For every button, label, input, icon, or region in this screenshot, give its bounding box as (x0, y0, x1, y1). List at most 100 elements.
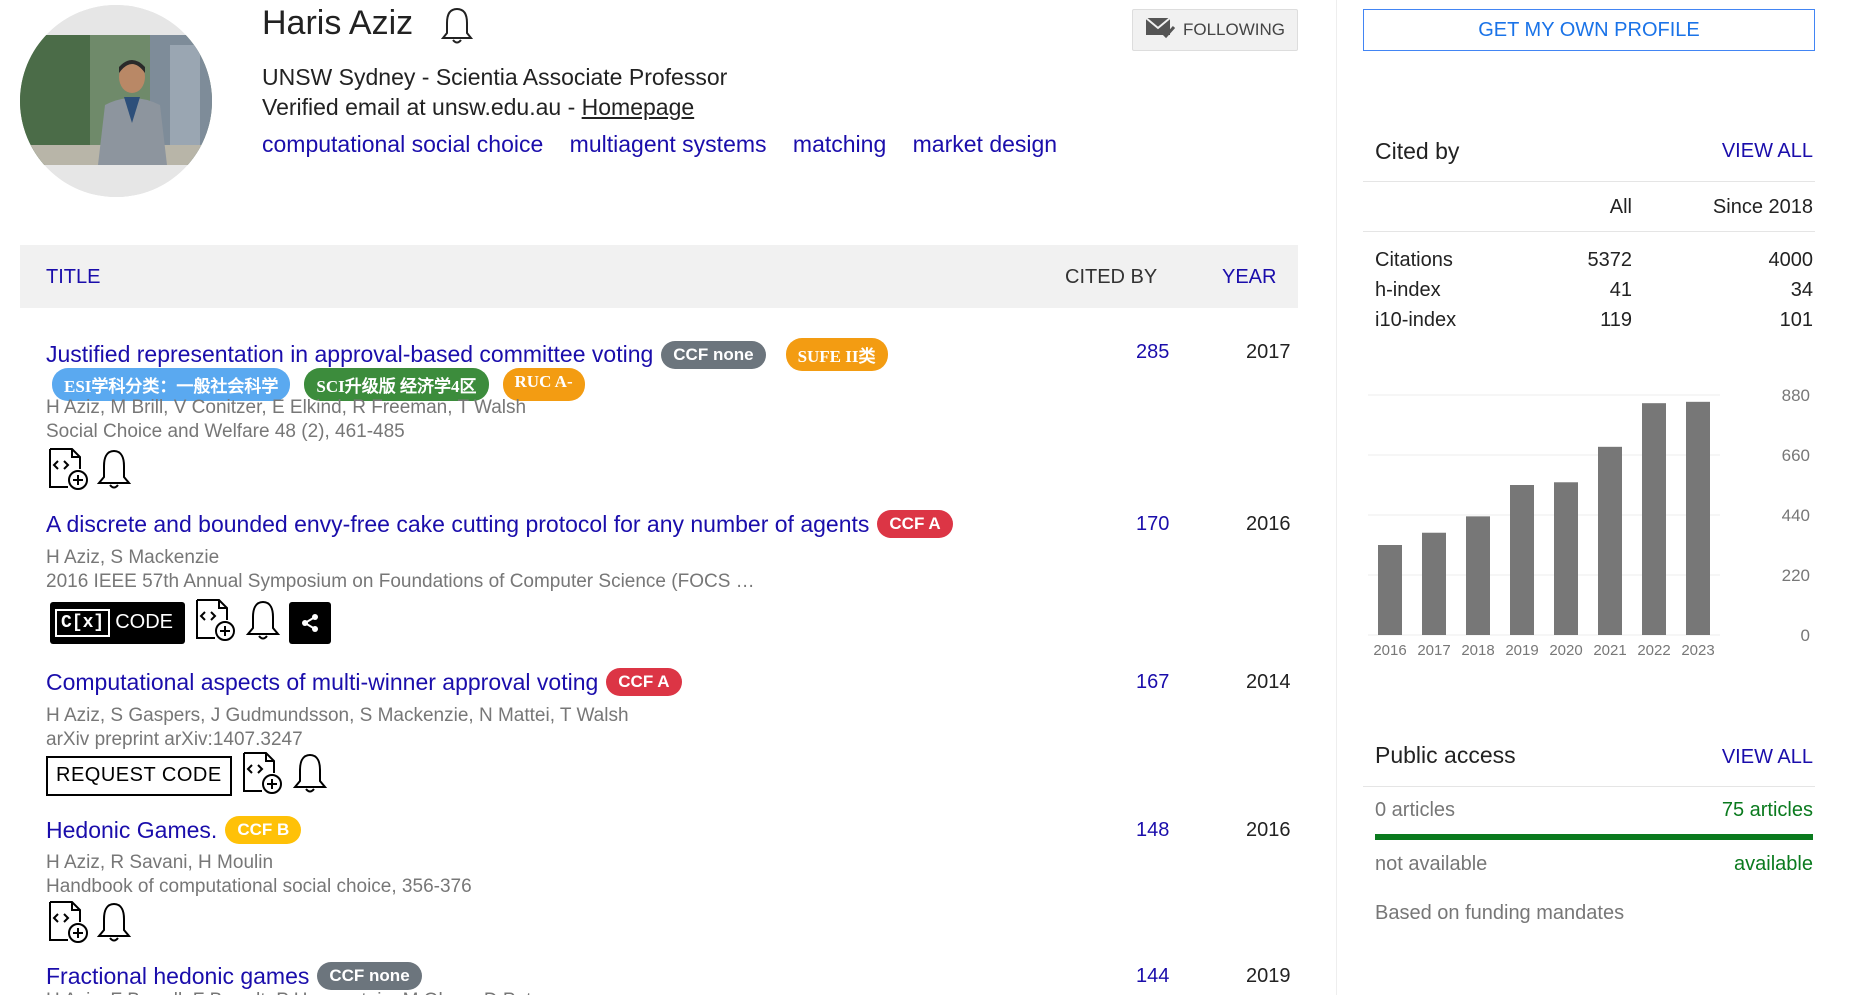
public-access-view-all[interactable]: VIEW ALL (1720, 746, 1813, 769)
paper-title[interactable]: Justified representation in approval-bas… (46, 341, 653, 368)
cited-by-count[interactable]: 285 (1136, 341, 1169, 364)
ccf-badge: CCF none (317, 962, 422, 990)
verified-email: Verified email at unsw.edu.au - Homepage (262, 94, 694, 121)
interest-link[interactable]: matching (793, 131, 886, 157)
request-code-button[interactable]: REQUEST CODE (46, 755, 232, 796)
not-available-count: 0 articles (1375, 799, 1456, 821)
ccf-badge: CCF B (225, 816, 302, 844)
cited-by-count[interactable]: 148 (1136, 819, 1169, 842)
paper-title[interactable]: Hedonic Games. (46, 817, 217, 844)
paper-venue: Handbook of computational social choice,… (46, 876, 472, 897)
ccf-badge: CCF A (877, 510, 953, 538)
stat-label: h-index (1375, 279, 1441, 301)
x-tick-label: 2021 (1593, 642, 1626, 659)
paper-year: 2016 (1246, 819, 1291, 841)
paper-authors: H Aziz, R Savani, H Moulin (46, 852, 274, 873)
following-label: FOLLOWING (1182, 20, 1285, 39)
add-code-icon[interactable] (46, 900, 90, 949)
chart-bar (1554, 482, 1578, 635)
not-available-label: not available (1375, 853, 1488, 875)
add-code-icon[interactable] (193, 598, 237, 647)
research-interests: computational social choice multiagent s… (262, 131, 1077, 158)
add-code-icon[interactable] (46, 447, 90, 496)
access-progress-track (1375, 834, 1813, 840)
paper-venue: Social Choice and Welfare 48 (2), 461-48… (46, 421, 405, 442)
row-actions (46, 900, 132, 949)
y-tick-label: 880 (1782, 386, 1810, 405)
col-since: Since 2018 (1712, 196, 1813, 218)
funding-mandates-note: Based on funding mandates (1375, 902, 1625, 924)
stat-all: 5372 (1587, 249, 1633, 271)
chart-bar (1642, 403, 1666, 635)
cited-by-count[interactable]: 167 (1136, 671, 1169, 694)
alert-bell-icon[interactable] (96, 900, 132, 949)
code-icon: C[x] (55, 608, 111, 637)
chart-bar (1378, 545, 1402, 635)
following-button[interactable]: FOLLOWING (1132, 9, 1298, 51)
affiliation: UNSW Sydney - Scientia Associate Profess… (262, 64, 728, 90)
paper-year: 2017 (1246, 341, 1291, 363)
x-tick-label: 2020 (1549, 642, 1582, 659)
stat-since: 34 (1790, 279, 1813, 301)
chart-bar (1510, 485, 1534, 635)
alert-bell-icon[interactable] (292, 751, 328, 800)
interest-link[interactable]: computational social choice (262, 131, 543, 157)
interest-link[interactable]: multiagent systems (570, 131, 767, 157)
access-progress-fill (1375, 834, 1813, 840)
available-label: available (1734, 853, 1813, 875)
x-tick-label: 2017 (1417, 642, 1450, 659)
col-all: All (1609, 196, 1632, 218)
share-button[interactable] (289, 601, 332, 644)
stat-all: 41 (1609, 279, 1632, 301)
cited-by-count[interactable]: 144 (1136, 965, 1169, 988)
stat-since: 101 (1779, 309, 1813, 331)
code-button[interactable]: C[x] CODE (50, 601, 186, 644)
row-actions: C[x] CODE (50, 598, 332, 647)
cited-by-count[interactable]: 170 (1136, 513, 1169, 536)
sufe-badge: SUFE II类 (785, 338, 888, 371)
chart-bar (1686, 401, 1710, 635)
code-label: CODE (115, 611, 174, 633)
add-code-icon[interactable] (240, 751, 284, 800)
x-tick-label: 2019 (1505, 642, 1538, 659)
table-row: A discrete and bounded envy-free cake cu… (46, 510, 953, 538)
chart-bar (1466, 516, 1490, 635)
cited-by-view-all[interactable]: VIEW ALL (1720, 140, 1813, 163)
cited-by-heading: Cited by (1375, 138, 1460, 164)
get-my-own-profile-button[interactable]: GET MY OWN PROFILE (1363, 9, 1815, 51)
mail-check-icon (1145, 16, 1176, 44)
paper-year: 2014 (1246, 671, 1291, 693)
follow-bell-icon[interactable] (440, 6, 474, 51)
chart-svg: 880 660 440 220 0 2016 2017 2018 2019 2020 2021 202… (1368, 386, 1810, 659)
paper-authors: H Aziz, M Brill, V Conitzer, E Elkind, R… (46, 397, 527, 418)
paper-title[interactable]: Computational aspects of multi-winner ap… (46, 669, 598, 696)
x-tick-label: 2016 (1373, 642, 1406, 659)
available-count: 75 articles (1721, 799, 1813, 821)
stat-label: Citations (1375, 249, 1453, 271)
sort-by-title[interactable]: TITLE (46, 266, 100, 289)
citations-chart: 880 660 440 220 0 2016 2017 2018 2019 2020 2021 202… (1360, 380, 1820, 660)
email-text: Verified email at unsw.edu.au - (262, 94, 582, 120)
x-tick-label: 2022 (1637, 642, 1670, 659)
y-tick-label: 440 (1782, 506, 1810, 525)
stat-label: i10-index (1375, 309, 1457, 331)
alert-bell-icon[interactable] (96, 447, 132, 496)
alert-bell-icon[interactable] (245, 598, 281, 647)
paper-authors: H Aziz, S Mackenzie (46, 547, 220, 568)
divider (1363, 181, 1815, 182)
paper-title[interactable]: A discrete and bounded envy-free cake cu… (46, 511, 869, 538)
paper-title[interactable]: Fractional hedonic games (46, 963, 309, 990)
table-row: Fractional hedonic games CCF none (46, 962, 422, 990)
interest-link[interactable]: market design (913, 131, 1057, 157)
ccf-badge: CCF A (606, 668, 682, 696)
homepage-link[interactable]: Homepage (582, 94, 695, 120)
share-icon (302, 613, 319, 632)
x-tick-label: 2018 (1461, 642, 1494, 659)
table-row: Justified representation in approval-bas… (46, 338, 888, 371)
sort-by-year[interactable]: YEAR (1222, 266, 1276, 289)
profile-photo (20, 5, 212, 197)
sort-by-cited[interactable]: CITED BY (1065, 266, 1157, 289)
y-tick-label: 660 (1782, 446, 1810, 465)
stat-all: 119 (1600, 309, 1632, 331)
profile-name: Haris Aziz (262, 4, 414, 42)
